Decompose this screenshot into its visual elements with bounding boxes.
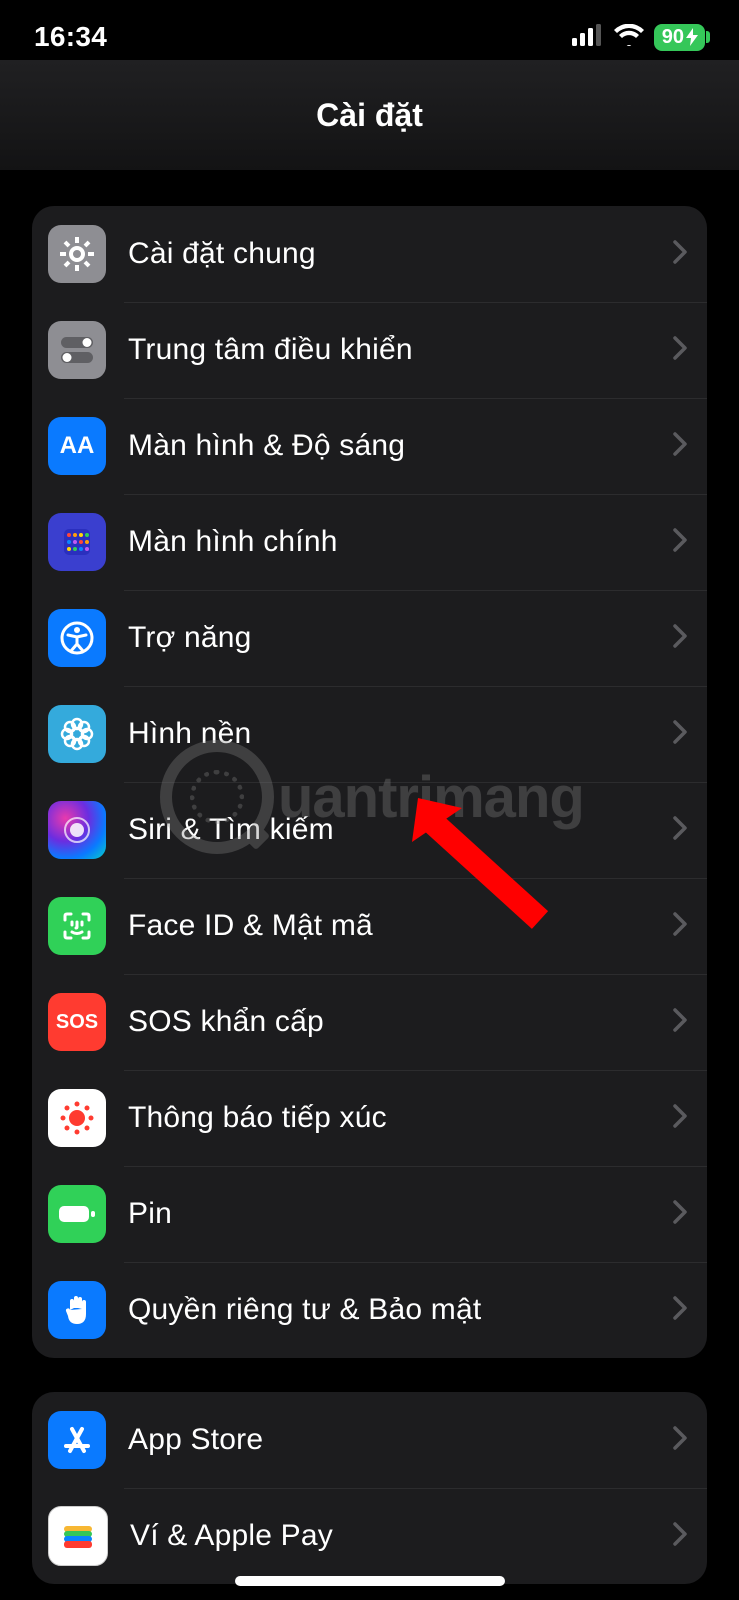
chevron-right-icon [673,432,687,461]
appstore-icon [48,1411,106,1469]
row-exposure[interactable]: Thông báo tiếp xúc [32,1070,707,1166]
row-label: Quyền riêng tư & Bảo mật [128,1293,673,1327]
aa-text: AA [60,432,95,460]
cellular-icon [572,24,604,51]
row-control-center[interactable]: Trung tâm điều khiển [32,302,707,398]
row-home-screen[interactable]: Màn hình chính [32,494,707,590]
row-label: Thông báo tiếp xúc [128,1101,673,1135]
row-faceid[interactable]: Face ID & Mật mã [32,878,707,974]
control-center-icon [48,321,106,379]
settings-group-main: Cài đặt chung Trung tâm điều khiển AA Mà… [32,206,707,1358]
row-label: Màn hình chính [128,525,673,559]
row-wallet[interactable]: Ví & Apple Pay [32,1488,707,1584]
chevron-right-icon [673,1296,687,1325]
home-indicator[interactable] [235,1576,505,1586]
row-sos[interactable]: SOS SOS khẩn cấp [32,974,707,1070]
row-label: Siri & Tìm kiếm [128,813,673,847]
chevron-right-icon [673,1522,687,1551]
sos-icon: SOS [48,993,106,1051]
chevron-right-icon [673,1008,687,1037]
row-label: SOS khẩn cấp [128,1005,673,1039]
row-display[interactable]: AA Màn hình & Độ sáng [32,398,707,494]
privacy-hand-icon [48,1281,106,1339]
row-label: Hình nền [128,717,673,751]
chevron-right-icon [673,1200,687,1229]
battery-percent: 90 [662,26,684,49]
faceid-icon [48,897,106,955]
header: Cài đặt [0,60,739,170]
row-siri[interactable]: Siri & Tìm kiếm [32,782,707,878]
chevron-right-icon [673,720,687,749]
status-right: 90 [572,24,705,51]
wifi-icon [614,24,644,51]
battery-indicator: 90 [654,24,705,51]
chevron-right-icon [673,1426,687,1455]
row-label: Trung tâm điều khiển [128,333,673,367]
chevron-right-icon [673,912,687,941]
gear-icon [48,225,106,283]
accessibility-icon [48,609,106,667]
status-time: 16:34 [34,21,107,53]
wallpaper-icon [48,705,106,763]
row-label: Màn hình & Độ sáng [128,429,673,463]
chevron-right-icon [673,240,687,269]
row-label: Ví & Apple Pay [130,1519,673,1553]
row-label: Cài đặt chung [128,237,673,271]
display-brightness-icon: AA [48,417,106,475]
phone-frame: 16:34 90 Cài đặt Cài đặt chung [0,0,739,1600]
sos-text: SOS [56,1011,98,1034]
chevron-right-icon [673,1104,687,1133]
row-label: App Store [128,1423,673,1457]
row-label: Trợ năng [128,621,673,655]
chevron-right-icon [673,816,687,845]
chevron-right-icon [673,336,687,365]
page-title: Cài đặt [316,97,423,134]
settings-group-apps: App Store Ví & Apple Pay [32,1392,707,1584]
row-general[interactable]: Cài đặt chung [32,206,707,302]
exposure-icon [48,1089,106,1147]
row-privacy[interactable]: Quyền riêng tư & Bảo mật [32,1262,707,1358]
row-label: Pin [128,1197,673,1231]
siri-icon [48,801,106,859]
row-label: Face ID & Mật mã [128,909,673,943]
battery-icon [48,1185,106,1243]
chevron-right-icon [673,528,687,557]
chevron-right-icon [673,624,687,653]
row-battery[interactable]: Pin [32,1166,707,1262]
row-appstore[interactable]: App Store [32,1392,707,1488]
row-accessibility[interactable]: Trợ năng [32,590,707,686]
wallet-icon [48,1506,108,1566]
row-wallpaper[interactable]: Hình nền [32,686,707,782]
status-bar: 16:34 90 [0,0,739,60]
home-screen-icon [48,513,106,571]
